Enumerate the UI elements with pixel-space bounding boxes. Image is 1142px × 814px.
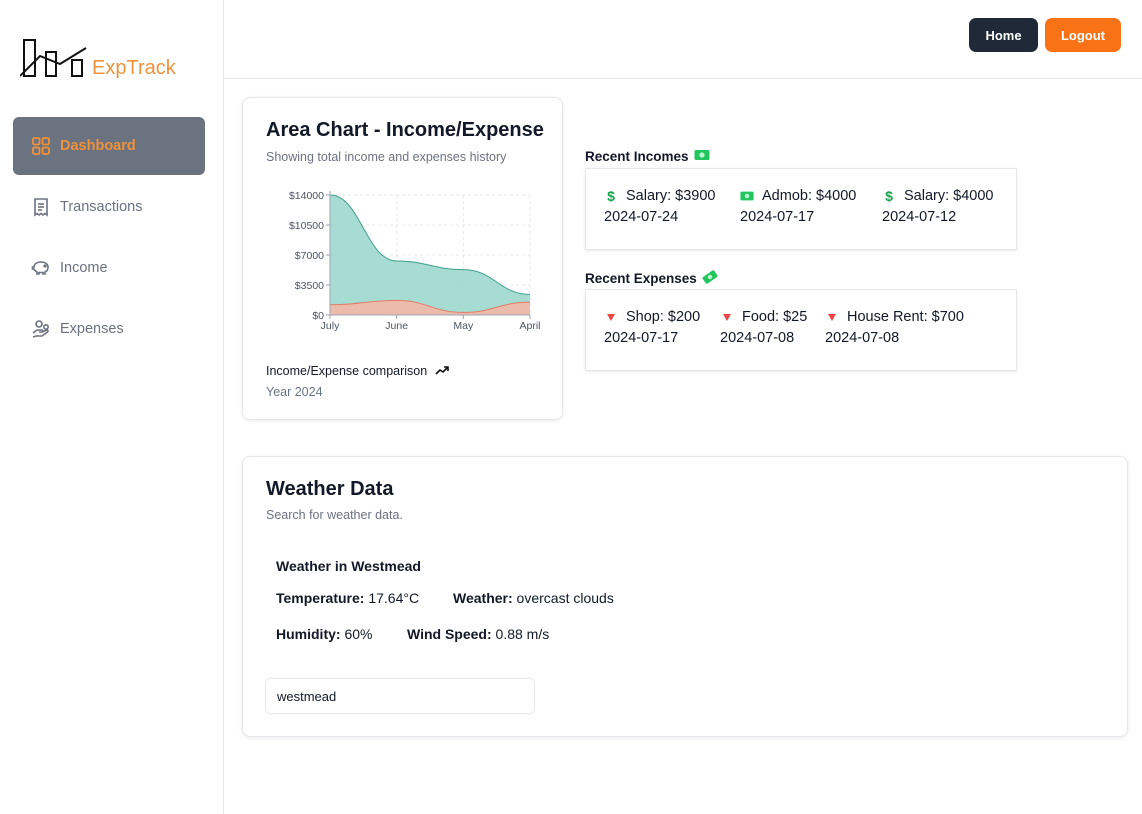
dollar-sign-icon: $ xyxy=(604,188,618,204)
expense-text: House Rent: $700 xyxy=(847,309,964,325)
x-tick-label: June xyxy=(385,320,408,332)
money-with-wings-icon xyxy=(702,270,718,287)
y-tick-label: $3500 xyxy=(295,280,324,292)
humidity-value: 60% xyxy=(344,626,373,642)
weather-condition-value: overcast clouds xyxy=(516,590,614,606)
expense-text: Food: $25 xyxy=(742,309,808,325)
x-tick-label: May xyxy=(453,320,474,332)
receipt-icon xyxy=(31,197,51,217)
weather-condition-label: Weather: xyxy=(453,590,513,606)
red-triangle-down-icon xyxy=(604,312,618,322)
income-text: Admob: $4000 xyxy=(762,188,857,204)
home-button[interactable]: Home xyxy=(969,18,1038,52)
hand-coins-icon xyxy=(31,319,51,339)
sidebar: ExpTrack Dashboard Transactions Income E… xyxy=(0,0,224,814)
red-triangle-down-icon xyxy=(825,312,839,322)
expense-date: 2024-07-08 xyxy=(720,330,795,346)
grid-icon xyxy=(31,136,51,156)
temperature-label: Temperature: xyxy=(276,590,365,606)
humidity-label: Humidity: xyxy=(276,626,341,642)
sidebar-item-dashboard[interactable]: Dashboard xyxy=(13,117,205,175)
income-expense-chart-card: Area Chart - Income/Expense Showing tota… xyxy=(242,97,563,420)
recent-incomes-list: $ Salary: $3900 2024-07-24 Admob: $4000 … xyxy=(585,168,1017,250)
sidebar-item-expenses[interactable]: Expenses xyxy=(13,300,205,358)
income-text: Salary: $4000 xyxy=(904,188,994,204)
recent-incomes-heading: Recent Incomes xyxy=(585,149,710,164)
weather-search-input[interactable] xyxy=(265,678,535,714)
y-tick-label: $10500 xyxy=(289,220,324,232)
trending-up-icon xyxy=(435,364,450,378)
income-date: 2024-07-24 xyxy=(604,209,679,225)
x-tick-label: July xyxy=(321,320,340,332)
sidebar-item-label: Transactions xyxy=(60,199,143,215)
expense-text: Shop: $200 xyxy=(626,309,701,325)
svg-text:$: $ xyxy=(885,188,893,204)
x-tick-label: April xyxy=(519,320,540,332)
wind-speed-row: Wind Speed: 0.88 m/s xyxy=(407,626,549,642)
income-date: 2024-07-17 xyxy=(740,209,815,225)
dollar-sign-icon: $ xyxy=(882,188,896,204)
svg-text:$: $ xyxy=(607,188,615,204)
temperature-value: 17.64°C xyxy=(368,590,420,606)
expense-date: 2024-07-08 xyxy=(825,330,900,346)
weather-card-title: Weather Data xyxy=(266,478,394,500)
piggy-bank-icon xyxy=(31,258,51,278)
y-tick-label: $7000 xyxy=(295,250,324,262)
weather-location: Weather in Westmead xyxy=(276,558,421,574)
sidebar-item-label: Dashboard xyxy=(60,138,136,154)
list-item: $ Salary: $3900 2024-07-24 xyxy=(604,188,715,225)
chart-year: Year 2024 xyxy=(266,385,323,399)
logout-button[interactable]: Logout xyxy=(1045,18,1121,52)
temperature-row: Temperature: 17.64°C xyxy=(276,590,419,606)
weather-card: Weather Data Search for weather data. We… xyxy=(242,456,1128,737)
bar-chart-logo-icon xyxy=(20,39,87,77)
weather-condition-row: Weather: overcast clouds xyxy=(453,590,614,606)
sidebar-item-label: Expenses xyxy=(60,321,124,337)
app-name: ExpTrack xyxy=(92,57,176,79)
list-item: Admob: $4000 2024-07-17 xyxy=(740,188,856,225)
recent-expenses-label: Recent Expenses xyxy=(585,271,697,286)
sidebar-nav: Dashboard Transactions Income Expenses xyxy=(13,117,205,361)
list-item: House Rent: $700 2024-07-08 xyxy=(825,309,964,346)
list-item: Food: $25 2024-07-08 xyxy=(720,309,807,346)
chart-footer-text: Income/Expense comparison xyxy=(266,364,428,378)
recent-incomes-label: Recent Incomes xyxy=(585,149,689,164)
list-item: Shop: $200 2024-07-17 xyxy=(604,309,700,346)
income-date: 2024-07-12 xyxy=(882,209,957,225)
weather-location-heading: Weather in Westmead xyxy=(276,558,421,574)
sidebar-item-label: Income xyxy=(60,260,108,276)
humidity-row: Humidity: 60% xyxy=(276,626,372,642)
chart-footer: Income/Expense comparison xyxy=(266,364,450,378)
recent-expenses-heading: Recent Expenses xyxy=(585,270,718,287)
recent-expenses-list: Shop: $200 2024-07-17 Food: $25 2024-07-… xyxy=(585,289,1017,371)
app-logo[interactable]: ExpTrack xyxy=(20,38,176,80)
red-triangle-down-icon xyxy=(720,312,734,322)
dollar-banknote-icon xyxy=(694,149,710,164)
sidebar-item-transactions[interactable]: Transactions xyxy=(13,178,205,236)
expense-date: 2024-07-17 xyxy=(604,330,679,346)
list-item: $ Salary: $4000 2024-07-12 xyxy=(882,188,993,225)
wind-speed-label: Wind Speed: xyxy=(407,626,492,642)
area-chart: $0$3500$7000$10500$14000July June May April xyxy=(289,190,541,332)
dollar-banknote-icon xyxy=(740,190,754,202)
income-text: Salary: $3900 xyxy=(626,188,716,204)
weather-card-subtitle: Search for weather data. xyxy=(266,508,403,522)
top-header: Home Logout xyxy=(224,0,1142,79)
wind-speed-value: 0.88 m/s xyxy=(495,626,550,642)
y-tick-label: $14000 xyxy=(289,190,324,202)
sidebar-item-income[interactable]: Income xyxy=(13,239,205,297)
